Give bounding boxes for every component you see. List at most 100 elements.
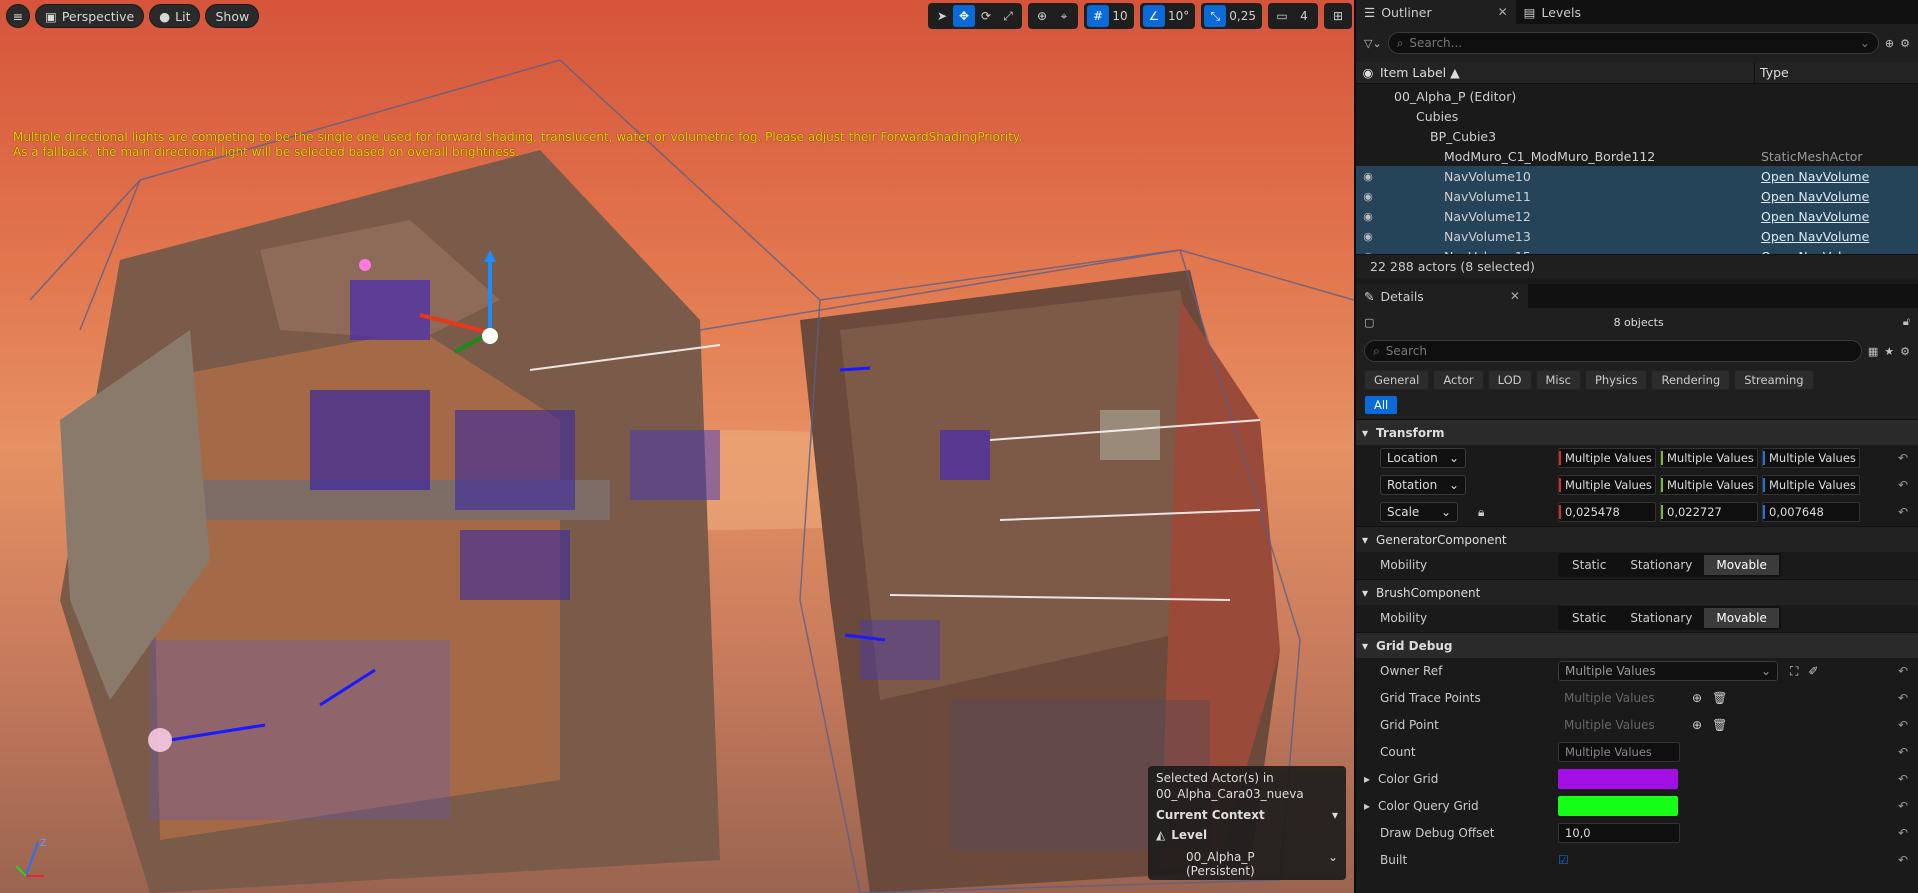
add-folder-icon[interactable]: ⊕ <box>1885 37 1894 50</box>
settings-icon[interactable]: ⚙ <box>1900 345 1910 358</box>
open-navvolume-link[interactable]: Open NavVolume <box>1761 169 1869 184</box>
level-dropdown[interactable]: 00_Alpha_P (Persistent) ⌄ <box>1156 850 1338 878</box>
outliner-row[interactable]: 00_Alpha_P (Editor) <box>1356 86 1918 106</box>
category-physics[interactable]: Physics <box>1584 370 1648 390</box>
location-y-field[interactable]: Multiple Values <box>1660 448 1758 468</box>
outliner-row[interactable]: Cubies <box>1356 106 1918 126</box>
color-query-grid-swatch[interactable] <box>1558 796 1678 816</box>
filter-icon[interactable]: ▽⌄ <box>1364 37 1382 50</box>
reset-icon[interactable]: ↶ <box>1898 478 1908 492</box>
scale-y-field[interactable]: 0,022727 <box>1660 502 1758 522</box>
translate-tool-button[interactable]: ✥ <box>953 5 975 27</box>
owner-ref-dropdown[interactable]: Multiple Values ⌄ <box>1558 661 1778 681</box>
camera-speed-button[interactable]: ▭ <box>1271 5 1293 27</box>
show-button[interactable]: Show <box>205 4 260 28</box>
reset-icon[interactable]: ↶ <box>1898 718 1908 732</box>
outliner-row[interactable]: ◉ NavVolume13 Open NavVolume <box>1356 226 1918 246</box>
mobility-static-button[interactable]: Static <box>1560 555 1618 575</box>
reset-icon[interactable]: ↶ <box>1898 745 1908 759</box>
settings-icon[interactable]: ⚙ <box>1900 37 1910 50</box>
table-view-icon[interactable]: ▦ <box>1868 345 1878 358</box>
column-item-label[interactable]: Item Label ▲ <box>1380 65 1460 80</box>
trash-icon[interactable]: 🗑︎ <box>1712 691 1727 705</box>
outliner-search-input[interactable]: ⌕ Search... ⌄ <box>1387 32 1879 54</box>
outliner-row[interactable]: ◉ NavVolume15 Open NavVolume <box>1356 246 1918 254</box>
outliner-row[interactable]: BP_Cubie3 <box>1356 126 1918 146</box>
tab-details[interactable]: ✎ Details ✕ <box>1356 284 1528 308</box>
section-brush-component[interactable]: ▾ BrushComponent <box>1356 579 1918 605</box>
reset-icon[interactable]: ↶ <box>1898 799 1908 813</box>
section-generator-component[interactable]: ▾ GeneratorComponent <box>1356 526 1918 552</box>
rotate-snap-toggle[interactable]: ∠ <box>1143 5 1165 27</box>
world-local-button[interactable]: ⊕ <box>1031 5 1053 27</box>
viewport-menu-button[interactable]: ≡ <box>6 4 30 28</box>
mobility-movable-button[interactable]: Movable <box>1704 608 1779 628</box>
reset-icon[interactable]: ↶ <box>1898 451 1908 465</box>
outliner-row[interactable]: ModMuro_C1_ModMuro_Borde112 StaticMeshAct… <box>1356 146 1918 166</box>
current-context-header[interactable]: Current Context ▾ <box>1156 808 1338 822</box>
built-checkbox[interactable]: ☑ <box>1558 853 1569 867</box>
mobility-movable-button[interactable]: Movable <box>1704 555 1779 575</box>
rotation-y-field[interactable]: Multiple Values <box>1660 475 1758 495</box>
rotate-snap-value[interactable]: 10° <box>1165 5 1192 27</box>
grid-snap-value[interactable]: 10 <box>1109 5 1131 27</box>
surface-snap-button[interactable]: ⌖ <box>1053 5 1075 27</box>
view-mode-button[interactable]: ● Lit <box>149 4 201 28</box>
open-navvolume-link[interactable]: Open NavVolume <box>1761 209 1869 224</box>
lock-icon[interactable]: 🔓︎ <box>1903 315 1910 329</box>
reset-icon[interactable]: ↶ <box>1898 826 1908 840</box>
caret-right-icon[interactable]: ▸ <box>1364 799 1370 813</box>
count-field[interactable]: Multiple Values <box>1558 742 1680 762</box>
pick-actor-icon[interactable]: ⛶ <box>1790 664 1798 679</box>
rotation-x-field[interactable]: Multiple Values <box>1558 475 1656 495</box>
select-tool-button[interactable]: ➤ <box>931 5 953 27</box>
perspective-button[interactable]: ▣ Perspective <box>35 4 145 28</box>
star-icon[interactable]: ★ <box>1884 345 1894 358</box>
eyedropper-icon[interactable]: ✐ <box>1808 664 1818 678</box>
rotate-tool-button[interactable]: ⟳ <box>975 5 997 27</box>
open-navvolume-link[interactable]: Open NavVolume <box>1761 189 1869 204</box>
category-general[interactable]: General <box>1364 370 1430 390</box>
section-grid-debug[interactable]: ▾ Grid Debug <box>1356 632 1918 658</box>
mobility-stationary-button[interactable]: Stationary <box>1618 555 1704 575</box>
scale-snap-value[interactable]: 0,25 <box>1226 5 1259 27</box>
level-viewport[interactable]: ≡ ▣ Perspective ● Lit Show ➤ ✥ ⟳ ⤢ ⊕ ⌖ # 1… <box>0 0 1354 893</box>
open-navvolume-link[interactable]: Open NavVolume <box>1761 249 1869 255</box>
location-dropdown[interactable]: Location ⌄ <box>1380 448 1466 468</box>
reset-icon[interactable]: ↶ <box>1898 505 1908 519</box>
color-grid-swatch[interactable] <box>1558 769 1678 789</box>
details-search-input[interactable]: ⌕ Search <box>1364 340 1862 362</box>
column-type[interactable]: Type <box>1760 65 1789 80</box>
category-actor[interactable]: Actor <box>1433 370 1484 390</box>
add-element-icon[interactable]: ⊕ <box>1692 718 1702 732</box>
viewport-layout-button[interactable]: ⊞ <box>1327 5 1349 27</box>
visibility-icon[interactable]: ◉ <box>1356 65 1380 80</box>
lock-icon[interactable]: 🔒︎ <box>1478 505 1484 520</box>
category-all[interactable]: All <box>1364 395 1399 415</box>
visibility-icon[interactable]: ◉ <box>1356 230 1380 243</box>
add-element-icon[interactable]: ⊕ <box>1692 691 1702 705</box>
section-transform[interactable]: ▾ Transform <box>1356 419 1918 445</box>
mobility-static-button[interactable]: Static <box>1560 608 1618 628</box>
scale-z-field[interactable]: 0,007648 <box>1762 502 1860 522</box>
draw-debug-offset-field[interactable]: 10,0 <box>1558 823 1680 843</box>
visibility-icon[interactable]: ◉ <box>1356 190 1380 203</box>
mobility-stationary-button[interactable]: Stationary <box>1618 608 1704 628</box>
close-icon[interactable]: ✕ <box>1510 289 1520 303</box>
scale-snap-toggle[interactable]: ⤡ <box>1204 5 1227 27</box>
reset-icon[interactable]: ↶ <box>1898 691 1908 705</box>
rotation-dropdown[interactable]: Rotation ⌄ <box>1380 475 1466 495</box>
tab-outliner[interactable]: ☰ Outliner ✕ <box>1356 0 1516 24</box>
outliner-row[interactable]: ◉ NavVolume11 Open NavVolume <box>1356 186 1918 206</box>
category-rendering[interactable]: Rendering <box>1651 370 1731 390</box>
visibility-icon[interactable]: ◉ <box>1356 210 1380 223</box>
close-icon[interactable]: ✕ <box>1498 5 1508 19</box>
category-lod[interactable]: LOD <box>1487 370 1532 390</box>
scale-tool-button[interactable]: ⤢ <box>997 5 1019 27</box>
category-streaming[interactable]: Streaming <box>1734 370 1814 390</box>
category-misc[interactable]: Misc <box>1535 370 1581 390</box>
location-z-field[interactable]: Multiple Values <box>1762 448 1860 468</box>
outliner-row[interactable]: ◉ NavVolume10 Open NavVolume <box>1356 166 1918 186</box>
caret-right-icon[interactable]: ▸ <box>1364 772 1370 786</box>
tab-levels[interactable]: ▤ Levels <box>1516 0 1589 24</box>
